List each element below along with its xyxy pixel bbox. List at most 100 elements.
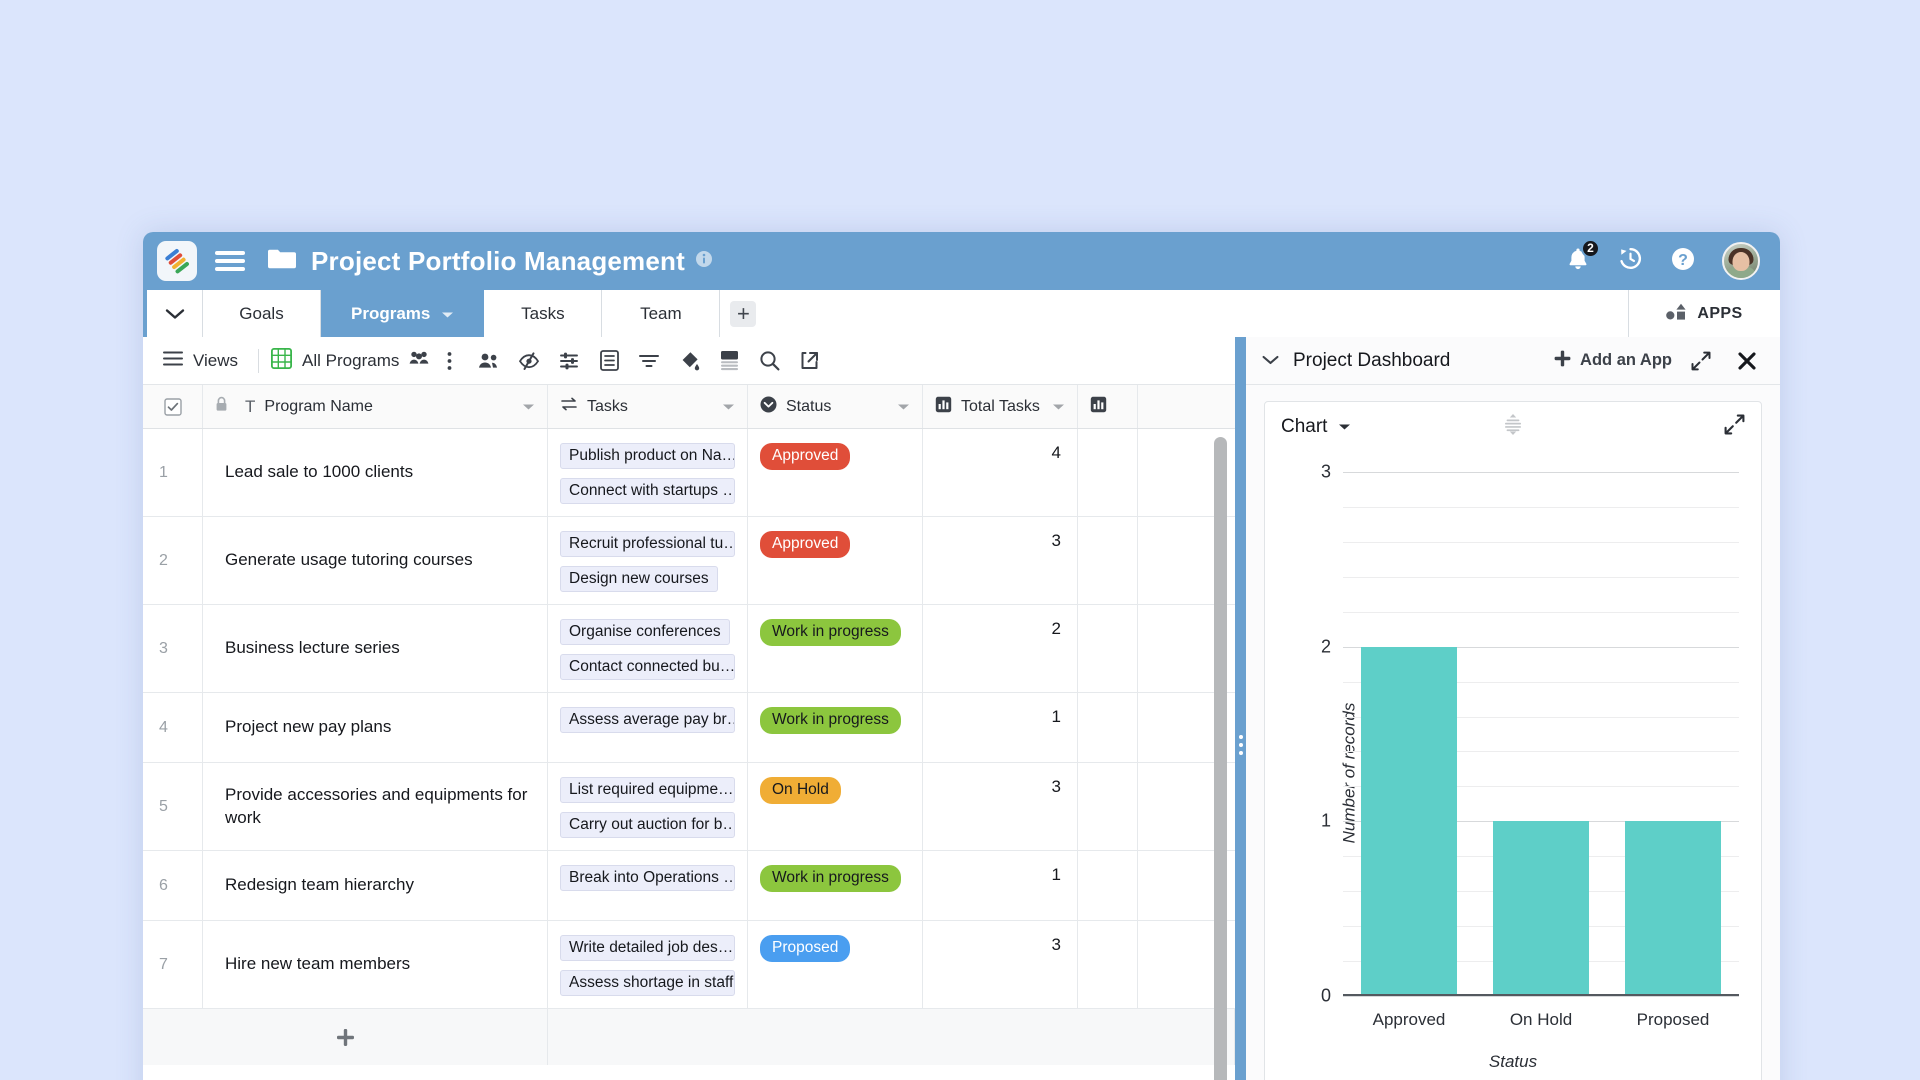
chevron-down-icon[interactable] [522,398,535,416]
expand-icon[interactable] [1724,414,1745,440]
task-chip[interactable]: Connect with startups … [560,478,735,504]
add-record-row[interactable] [143,1009,1235,1065]
task-chip[interactable]: Publish product on Na… [560,443,735,469]
grid-vertical-scrollbar[interactable] [1214,437,1227,1080]
select-all-checkbox[interactable] [143,385,203,428]
tab-programs[interactable]: Programs [321,290,485,337]
status-badge[interactable]: On Hold [760,777,841,804]
tab-team[interactable]: Team [602,290,721,337]
tab-tasks[interactable]: Tasks [484,290,603,337]
cell-tasks[interactable]: Break into Operations … [548,851,748,920]
hide-fields-icon[interactable] [509,341,549,381]
cell-total-tasks[interactable]: 2 [923,605,1078,692]
cell-status[interactable]: Proposed [748,921,923,1008]
cell-total-tasks[interactable]: 3 [923,763,1078,850]
cell-total-tasks[interactable]: 4 [923,429,1078,516]
cell-program-name[interactable]: Provide accessories and equipments for w… [203,763,548,850]
column-header-status[interactable]: Status [748,385,923,428]
chevron-down-icon[interactable] [147,290,203,337]
chevron-down-icon[interactable] [722,398,735,416]
task-chip[interactable]: Break into Operations … [560,865,735,891]
task-chip[interactable]: Recruit professional tu… [560,531,735,557]
color-fill-icon[interactable] [669,341,709,381]
share-export-icon[interactable] [789,341,829,381]
cell-status[interactable]: On Hold [748,763,923,850]
cell-program-name[interactable]: Redesign team hierarchy [203,851,548,920]
column-header-program-name[interactable]: T Program Name [203,385,548,428]
chart-bar-on-hold[interactable] [1492,821,1590,996]
close-icon[interactable] [1730,344,1764,378]
hamburger-menu-icon[interactable] [215,247,245,275]
task-chip[interactable]: Design new courses [560,566,718,592]
info-icon[interactable] [695,250,713,273]
group-by-icon[interactable] [709,341,749,381]
cell-tasks[interactable]: Organise conferences Contact connected bu… [548,605,748,692]
status-badge[interactable]: Work in progress [760,707,901,734]
pane-splitter[interactable] [1235,337,1246,1080]
cell-tasks[interactable]: Write detailed job des… Assess shortage i… [548,921,748,1008]
table-row[interactable]: 2 Generate usage tutoring courses Recruit … [143,517,1235,605]
apps-button[interactable]: APPS [1628,290,1780,337]
task-chip[interactable]: Organise conferences [560,619,730,645]
table-row[interactable]: 5 Provide accessories and equipments for … [143,763,1235,851]
avatar[interactable] [1722,242,1760,280]
add-record-button[interactable] [143,1009,548,1065]
table-row[interactable]: 6 Redesign team hierarchy Break into Opera… [143,851,1235,921]
cell-total-tasks[interactable]: 3 [923,921,1078,1008]
history-icon[interactable] [1617,245,1644,277]
status-badge[interactable]: Approved [760,443,851,470]
cell-tasks[interactable]: List required equipme… Carry out auction … [548,763,748,850]
task-chip[interactable]: Assess average pay br… [560,707,735,733]
status-badge[interactable]: Proposed [760,935,851,962]
task-chip[interactable]: Write detailed job des… [560,935,735,961]
members-icon[interactable] [469,341,509,381]
current-view-button[interactable]: All Programs [271,347,429,374]
add-tab-button[interactable]: + [720,290,767,337]
cell-program-name[interactable]: Hire new team members [203,921,548,1008]
cell-status[interactable]: Work in progress [748,851,923,920]
cell-program-name[interactable]: Generate usage tutoring courses [203,517,548,604]
row-height-icon[interactable] [589,341,629,381]
status-badge[interactable]: Approved [760,531,851,558]
status-badge[interactable]: Work in progress [760,865,901,892]
task-chip[interactable]: List required equipme… [560,777,735,803]
cell-tasks[interactable]: Recruit professional tu… Design new cours… [548,517,748,604]
cell-program-name[interactable]: Business lecture series [203,605,548,692]
more-options-icon[interactable] [429,341,469,381]
status-badge[interactable]: Work in progress [760,619,901,646]
task-chip[interactable]: Contact connected bu… [560,654,735,680]
cell-status[interactable]: Approved [748,517,923,604]
cell-status[interactable]: Approved [748,429,923,516]
cell-total-tasks[interactable]: 1 [923,851,1078,920]
table-row[interactable]: 4 Project new pay plans Assess average pay… [143,693,1235,763]
chart-bar-proposed[interactable] [1624,821,1722,996]
task-chip[interactable]: Assess shortage in staff [560,970,735,996]
chevron-down-icon[interactable] [897,398,910,416]
drag-grip-icon[interactable] [1502,413,1524,442]
views-button[interactable]: Views [155,351,246,371]
task-chip[interactable]: Carry out auction for b… [560,812,735,838]
bell-icon[interactable]: 2 [1565,238,1600,277]
chevron-down-icon[interactable] [1338,418,1351,436]
column-header-tasks[interactable]: Tasks [548,385,748,428]
cell-program-name[interactable]: Project new pay plans [203,693,548,762]
cell-tasks[interactable]: Publish product on Na… Connect with start… [548,429,748,516]
cell-tasks[interactable]: Assess average pay br… [548,693,748,762]
column-header-partial[interactable] [1078,385,1138,428]
sort-settings-icon[interactable] [549,341,589,381]
filter-icon[interactable] [629,341,669,381]
cell-program-name[interactable]: Lead sale to 1000 clients [203,429,548,516]
cell-status[interactable]: Work in progress [748,693,923,762]
cell-status[interactable]: Work in progress [748,605,923,692]
smartsuite-logo-icon[interactable] [157,241,197,281]
cell-total-tasks[interactable]: 1 [923,693,1078,762]
table-row[interactable]: 3 Business lecture series Organise confere… [143,605,1235,693]
chevron-down-icon[interactable] [1052,398,1065,416]
chevron-down-icon[interactable] [1262,352,1279,370]
expand-icon[interactable] [1684,344,1718,378]
search-icon[interactable] [749,341,789,381]
cell-total-tasks[interactable]: 3 [923,517,1078,604]
table-row[interactable]: 7 Hire new team members Write detailed job… [143,921,1235,1009]
tab-goals[interactable]: Goals [203,290,321,337]
help-icon[interactable]: ? [1670,246,1696,277]
